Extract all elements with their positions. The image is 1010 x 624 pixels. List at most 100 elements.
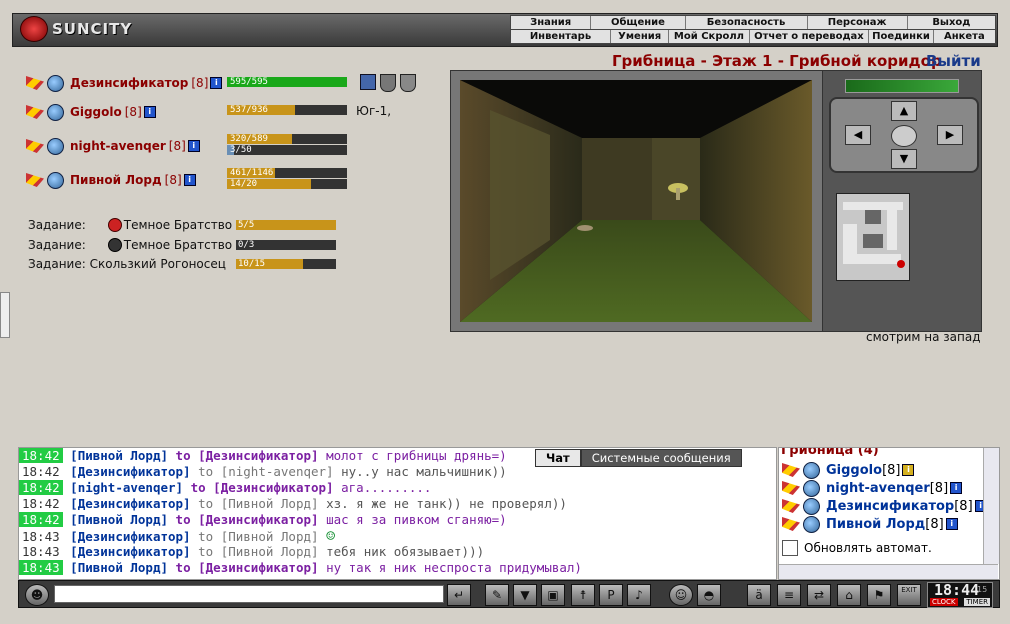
shield-icon[interactable]	[380, 74, 396, 92]
exit-button[interactable]: EXIT	[897, 584, 921, 606]
send-enter-icon[interactable]: ↵	[447, 584, 471, 606]
lock-icon[interactable]: ⌂	[837, 584, 861, 606]
dungeon-scene[interactable]	[460, 80, 812, 322]
attack-swords-icon[interactable]	[782, 463, 800, 477]
chat-recipient[interactable]: to [Дезинсификатор]	[176, 448, 319, 463]
info-icon[interactable]: i	[143, 106, 156, 118]
head-profile-icon[interactable]: ☻	[25, 584, 49, 606]
player-name[interactable]: night-avenqer	[70, 139, 166, 153]
translit-icon[interactable]: P	[599, 584, 623, 606]
attack-swords-icon[interactable]	[26, 76, 44, 90]
menu-communication[interactable]: Общение	[591, 16, 686, 29]
smiley-icon[interactable]: ☺	[669, 584, 693, 606]
user-list-item[interactable]: Дезинсификатор [8] i	[782, 497, 987, 515]
info-icon[interactable]: i	[945, 518, 958, 530]
scroll-icon[interactable]: ≡	[777, 584, 801, 606]
quest-row: Задание: Темное Братство	[28, 218, 232, 232]
menu-character[interactable]: Персонаж	[808, 16, 908, 29]
user-name[interactable]: Дезинсификатор	[826, 499, 954, 514]
player-name[interactable]: Дезинсификатор	[70, 76, 188, 90]
suncity-logo[interactable]: SUNCITY	[20, 16, 132, 42]
chat-recipient[interactable]: to [night-avenqer]	[198, 464, 333, 479]
effect-scroll-icon[interactable]	[360, 74, 376, 90]
chat-sender[interactable]: [Пивной Лорд]	[70, 560, 168, 575]
chat-sender[interactable]: [Дезинсификатор]	[70, 529, 190, 544]
minimap[interactable]	[836, 193, 910, 281]
turn-left-button[interactable]: ◀	[845, 125, 871, 145]
menu-battles[interactable]: Поединки	[869, 30, 934, 43]
info-icon[interactable]: i	[950, 482, 963, 494]
chat-sender[interactable]: [Дезинсификатор]	[70, 496, 190, 511]
main-menu-row2: Инвентарь Умения Мой Скролл Отчет о пере…	[510, 29, 996, 44]
helmet-icon[interactable]: ◓	[697, 584, 721, 606]
chat-sender[interactable]: [Дезинсификатор]	[70, 544, 190, 559]
tab-chat[interactable]: Чат	[535, 449, 581, 467]
music-icon[interactable]: ♪	[627, 584, 651, 606]
menu-my-scroll[interactable]: Мой Скролл	[669, 30, 750, 43]
potion-icon[interactable]: ӓ	[747, 584, 771, 606]
attack-swords-icon[interactable]	[26, 105, 44, 119]
filter-icon[interactable]: ▼	[513, 584, 537, 606]
attack-swords-icon[interactable]	[26, 173, 44, 187]
player-row: night-avenqer [8] i	[26, 137, 200, 155]
attack-swords-icon[interactable]	[782, 499, 800, 513]
chat-sender[interactable]: [night-avenqer]	[70, 480, 183, 495]
chat-recipient[interactable]: to [Пивной Лорд]	[198, 496, 318, 511]
attack-swords-icon[interactable]	[782, 481, 800, 495]
menu-inventory[interactable]: Инвентарь	[511, 30, 611, 43]
user-name[interactable]: night-avenqer	[826, 481, 930, 496]
user-list-scrollbar[interactable]	[983, 448, 999, 564]
eraser-icon[interactable]: ✎	[485, 584, 509, 606]
chat-sender[interactable]: [Дезинсификатор]	[70, 464, 190, 479]
user-list-item[interactable]: night-avenqer [8] i	[782, 479, 963, 497]
chat-message: 18:42 [night-avenqer] to [Дезинсификатор…	[19, 480, 776, 496]
chat-recipient[interactable]: to [Дезинсификатор]	[191, 480, 334, 495]
move-forward-button[interactable]: ▲	[891, 101, 917, 121]
info-icon[interactable]: i	[902, 464, 915, 476]
figure-icon[interactable]: ☨	[571, 584, 595, 606]
info-icon[interactable]: i	[183, 174, 196, 186]
menu-security[interactable]: Безопасность	[686, 16, 808, 29]
attack-swords-icon[interactable]	[782, 517, 800, 531]
exit-location-link[interactable]: Выйти	[926, 52, 981, 70]
auto-update-checkbox[interactable]	[782, 540, 798, 556]
chat-recipient[interactable]: to [Дезинсификатор]	[176, 560, 319, 575]
tab-system-messages[interactable]: Системные сообщения	[580, 449, 742, 467]
menu-profile[interactable]: Анкета	[934, 30, 995, 43]
attack-swords-icon[interactable]	[26, 139, 44, 153]
chat-sender[interactable]: [Пивной Лорд]	[70, 512, 168, 527]
menu-skills[interactable]: Умения	[611, 30, 670, 43]
flag-icon[interactable]: ⚑	[867, 584, 891, 606]
info-icon[interactable]: i	[210, 77, 223, 89]
menu-transfer-report[interactable]: Отчет о переводах	[750, 30, 870, 43]
transfer-icon[interactable]: ⇄	[807, 584, 831, 606]
menu-knowledge[interactable]: Знания	[511, 16, 592, 29]
refresh-button[interactable]	[891, 125, 917, 147]
user-list-hscrollbar[interactable]	[779, 564, 998, 579]
clan-globe-icon	[803, 515, 820, 533]
quest-name: Темное Братство	[123, 218, 233, 232]
save-disk-icon[interactable]: ▣	[541, 584, 565, 606]
shield-icon[interactable]	[400, 74, 416, 92]
player-name[interactable]: Giggolo	[70, 105, 122, 119]
menu-exit[interactable]: Выход	[908, 16, 995, 29]
info-icon[interactable]: i	[187, 140, 200, 152]
user-name[interactable]: Giggolo	[826, 463, 882, 478]
player-name[interactable]: Пивной Лорд	[70, 173, 162, 187]
user-list-item[interactable]: Giggolo [8] i	[782, 461, 915, 479]
quest-label: Задание:	[28, 257, 86, 271]
turn-right-button[interactable]: ▶	[937, 125, 963, 145]
chat-recipient[interactable]: to [Пивной Лорд]	[198, 544, 318, 559]
chat-message: 18:42 [Пивной Лорд] to [Дезинсификатор] …	[19, 512, 776, 528]
chat-input[interactable]	[54, 585, 444, 603]
clock-label[interactable]: CLOCK	[930, 598, 958, 606]
chat-sender[interactable]: [Пивной Лорд]	[70, 448, 168, 463]
chat-text: ну так я ник неспроста придумывал)	[326, 560, 582, 575]
timer-label[interactable]: TIMER	[964, 598, 990, 606]
move-back-button[interactable]: ▼	[891, 149, 917, 169]
chat-recipient[interactable]: to [Пивной Лорд]	[198, 529, 318, 544]
user-name[interactable]: Пивной Лорд	[826, 517, 925, 532]
user-list-item[interactable]: Пивной Лорд [8] i	[782, 515, 958, 533]
side-panel-toggle[interactable]	[0, 292, 10, 338]
chat-recipient[interactable]: to [Дезинсификатор]	[176, 512, 319, 527]
